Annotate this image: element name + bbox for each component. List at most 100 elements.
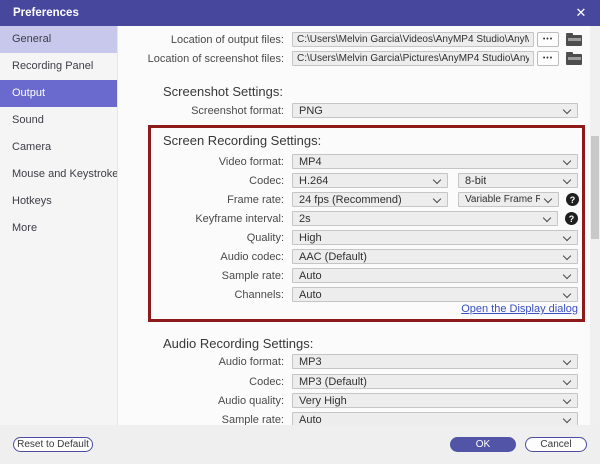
keyframe-interval-row: Keyframe interval: 2s ? (118, 211, 578, 226)
audio-codec-value: AAC (Default) (299, 250, 367, 263)
screen-recording-settings-heading: Screen Recording Settings: (163, 133, 322, 148)
sample-rate-label: Sample rate: (221, 269, 284, 282)
bit-depth-value: 8-bit (465, 174, 487, 187)
screenshot-settings-heading: Screenshot Settings: (163, 84, 283, 99)
video-format-dropdown[interactable]: MP4 (292, 154, 578, 169)
channels-row: Channels: Auto (118, 287, 578, 302)
audio-recording-settings-heading: Audio Recording Settings: (163, 336, 314, 351)
frame-rate-value: 24 fps (Recommend) (299, 193, 402, 206)
audio-sample-rate-dropdown[interactable]: Auto (292, 412, 578, 425)
audio-codec-row: Audio codec: AAC (Default) (118, 249, 578, 264)
quality-row: Quality: High (118, 230, 578, 245)
frame-rate-row: Frame rate: 24 fps (Recommend) Variable … (118, 192, 579, 207)
output-location-label: Location of output files: (170, 33, 284, 46)
sample-rate-value: Auto (299, 269, 322, 282)
chevron-down-icon (562, 414, 572, 424)
frame-rate-dropdown[interactable]: 24 fps (Recommend) (292, 192, 448, 207)
sample-rate-dropdown[interactable]: Auto (292, 268, 578, 283)
output-settings-panel: Location of output files: ••• Location o… (118, 26, 600, 425)
screenshot-format-label: Screenshot format: (191, 104, 284, 117)
screenshot-format-value: PNG (299, 104, 323, 117)
bit-depth-dropdown[interactable]: 8-bit (458, 173, 578, 188)
chevron-down-icon (562, 105, 572, 115)
channels-value: Auto (299, 288, 322, 301)
open-output-folder-icon[interactable] (566, 32, 582, 46)
screenshot-location-field[interactable] (292, 51, 534, 66)
browse-screenshot-button[interactable]: ••• (537, 51, 559, 66)
audio-rec-codec-label: Codec: (249, 375, 284, 388)
output-location-field[interactable] (292, 32, 534, 47)
sidebar-item-general[interactable]: General (0, 26, 117, 53)
keyframe-interval-value: 2s (299, 212, 311, 225)
sidebar-item-hotkeys[interactable]: Hotkeys (0, 188, 117, 215)
open-display-dialog-link[interactable]: Open the Display dialog (461, 303, 578, 315)
quality-value: High (299, 231, 322, 244)
codec-value: H.264 (299, 174, 329, 187)
chevron-down-icon (562, 289, 572, 299)
frame-rate-help-icon[interactable]: ? (566, 193, 579, 206)
codec-row: Codec: H.264 8-bit (118, 173, 578, 188)
audio-format-row: Audio format: MP3 (118, 354, 578, 369)
cancel-button[interactable]: Cancel (525, 437, 587, 452)
sidebar-item-more[interactable]: More (0, 215, 117, 242)
open-screenshot-folder-icon[interactable] (566, 51, 582, 65)
audio-sample-rate-value: Auto (299, 413, 322, 426)
titlebar: Preferences ✕ (0, 0, 600, 26)
audio-format-dropdown[interactable]: MP3 (292, 354, 578, 369)
sidebar-item-output[interactable]: Output (0, 80, 117, 107)
audio-format-label: Audio format: (218, 355, 284, 368)
screenshot-format-row: Screenshot format: PNG (118, 103, 578, 118)
close-icon[interactable]: ✕ (568, 0, 594, 26)
reset-to-default-button[interactable]: Reset to Default (13, 437, 93, 452)
chevron-down-icon (562, 395, 572, 405)
chevron-down-icon (562, 232, 572, 242)
sidebar-item-camera[interactable]: Camera (0, 134, 117, 161)
frame-rate-mode-dropdown[interactable]: Variable Frame Rate (458, 192, 559, 207)
video-format-label: Video format: (218, 155, 284, 168)
audio-quality-dropdown[interactable]: Very High (292, 393, 578, 408)
audio-rec-codec-row: Codec: MP3 (Default) (118, 374, 578, 389)
screenshot-location-label: Location of screenshot files: (147, 52, 284, 65)
video-format-value: MP4 (299, 155, 322, 168)
ok-button[interactable]: OK (450, 437, 516, 452)
audio-codec-dropdown[interactable]: AAC (Default) (292, 249, 578, 264)
chevron-down-icon (432, 194, 442, 204)
sidebar-item-mouse-and-keystroke[interactable]: Mouse and Keystroke (0, 161, 117, 188)
chevron-down-icon (562, 251, 572, 261)
audio-quality-value: Very High (299, 394, 347, 407)
preferences-dialog: Preferences ✕ General Recording Panel Ou… (0, 0, 600, 464)
chevron-down-icon (562, 175, 572, 185)
channels-dropdown[interactable]: Auto (292, 287, 578, 302)
screenshot-format-dropdown[interactable]: PNG (292, 103, 578, 118)
video-format-row: Video format: MP4 (118, 154, 578, 169)
audio-quality-row: Audio quality: Very High (118, 393, 578, 408)
keyframe-interval-dropdown[interactable]: 2s (292, 211, 558, 226)
codec-dropdown[interactable]: H.264 (292, 173, 448, 188)
screenshot-location-row: Location of screenshot files: ••• (118, 51, 582, 66)
quality-dropdown[interactable]: High (292, 230, 578, 245)
audio-codec-label: Audio codec: (220, 250, 284, 263)
chevron-down-icon (562, 156, 572, 166)
chevron-down-icon (562, 376, 572, 386)
chevron-down-icon (543, 194, 553, 204)
browse-output-button[interactable]: ••• (537, 32, 559, 47)
audio-rec-codec-value: MP3 (Default) (299, 375, 367, 388)
keyframe-interval-help-icon[interactable]: ? (565, 212, 578, 225)
scrollbar-track[interactable] (590, 26, 600, 425)
output-location-row: Location of output files: ••• (118, 32, 582, 47)
audio-rec-codec-dropdown[interactable]: MP3 (Default) (292, 374, 578, 389)
channels-label: Channels: (234, 288, 284, 301)
quality-label: Quality: (246, 231, 284, 244)
sample-rate-row: Sample rate: Auto (118, 268, 578, 283)
keyframe-interval-label: Keyframe interval: (195, 212, 284, 225)
chevron-down-icon (432, 175, 442, 185)
audio-sample-rate-row: Sample rate: Auto (118, 412, 578, 425)
chevron-down-icon (562, 270, 572, 280)
chevron-down-icon (562, 356, 572, 366)
scrollbar-thumb[interactable] (591, 136, 599, 239)
codec-label: Codec: (249, 174, 284, 187)
audio-format-value: MP3 (299, 355, 322, 368)
audio-sample-rate-label: Sample rate: (221, 413, 284, 426)
sidebar-item-sound[interactable]: Sound (0, 107, 117, 134)
sidebar-item-recording-panel[interactable]: Recording Panel (0, 53, 117, 80)
